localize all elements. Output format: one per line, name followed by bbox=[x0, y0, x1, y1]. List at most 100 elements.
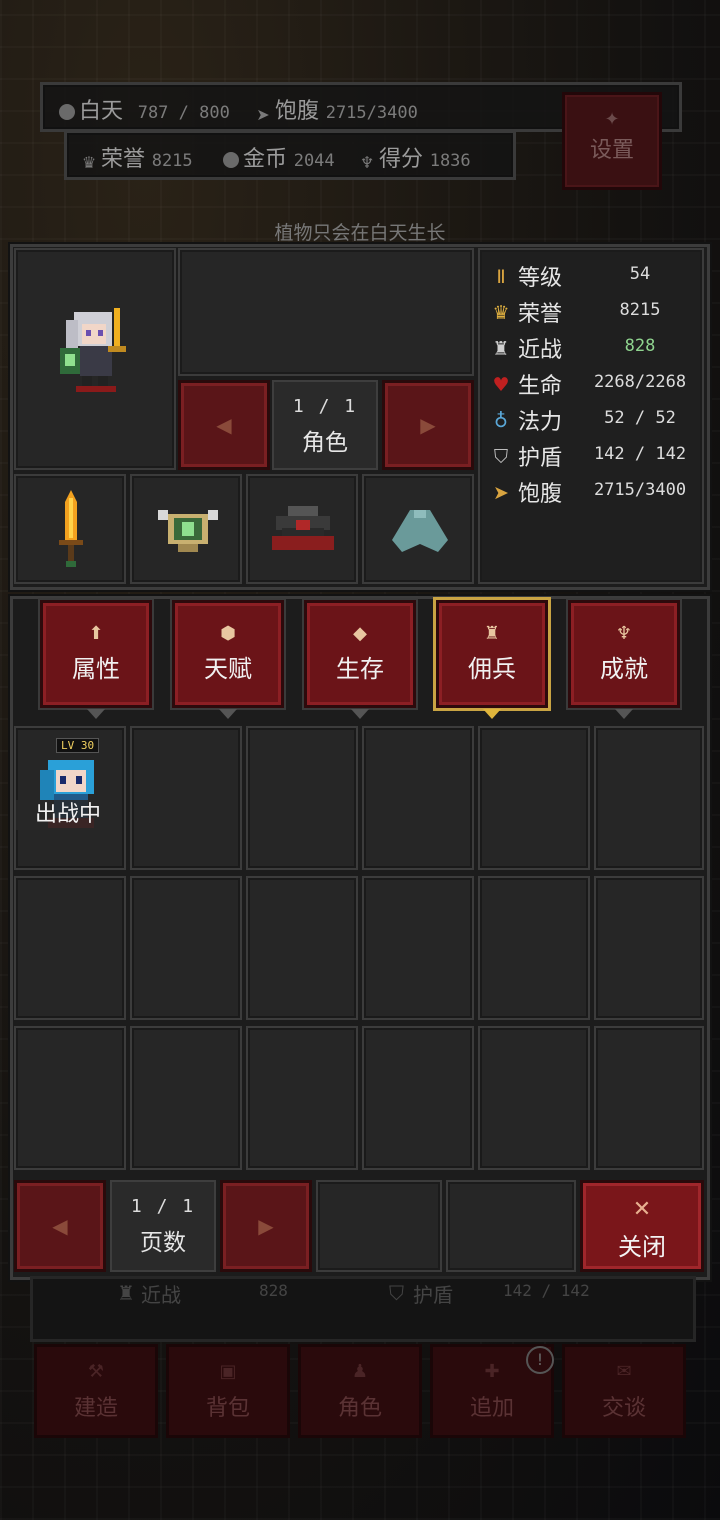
mercenary-grid-cell[interactable] bbox=[362, 726, 474, 870]
equipment-slot-shield[interactable] bbox=[130, 474, 242, 584]
tab-label: 属性 bbox=[72, 655, 120, 683]
stat-row-6: ➤ 饱腹 2715/3400 bbox=[490, 476, 705, 510]
bg-shield-label: 护盾 bbox=[413, 1283, 453, 1307]
page-label: 页数 bbox=[140, 1230, 186, 1256]
hunger-value: 2715/3400 bbox=[325, 103, 418, 123]
page-indicator: 1 / 1 bbox=[130, 1196, 196, 1217]
tab-3[interactable]: ♜ 佣兵 bbox=[436, 600, 548, 719]
honor-indicator: ♛ 荣誉 8215 bbox=[81, 141, 193, 173]
arrow-up-icon: ⬆ bbox=[88, 623, 104, 644]
sun-icon bbox=[59, 104, 75, 120]
background-button-label: 角色 bbox=[337, 1396, 382, 1421]
gold-value: 2044 bbox=[293, 151, 335, 171]
crown-icon: ♛ bbox=[492, 302, 510, 324]
background-button-0: ⚒ 建造 bbox=[34, 1344, 158, 1438]
stat-row-2: ♜ 近战 828 bbox=[490, 332, 705, 366]
diamond-icon: ◆ bbox=[353, 623, 367, 644]
next-page-button[interactable]: ▶ bbox=[220, 1180, 312, 1272]
bg-melee-label: 近战 bbox=[141, 1283, 181, 1307]
arrow-left-icon: ◀ bbox=[216, 413, 232, 437]
stat-row-5: ⛉ 护盾 142 / 142 bbox=[490, 440, 705, 474]
daytime-label: 白天 bbox=[79, 99, 124, 124]
tab-pointer-icon bbox=[351, 709, 369, 719]
stat-value: 828 bbox=[624, 336, 656, 356]
character-page-indicator: 1 / 1 bbox=[292, 396, 358, 417]
background-stats-strip: ♜ 近战 828 ⛉ 护盾 142 / 142 bbox=[30, 1276, 696, 1342]
daytime-indicator: 白天 787 / 800 bbox=[59, 93, 230, 125]
mercenary-grid-cell[interactable] bbox=[594, 726, 704, 870]
stat-value: 52 / 52 bbox=[604, 408, 676, 428]
mercenary-grid-cell[interactable] bbox=[246, 726, 358, 870]
bg-melee-value: 828 bbox=[259, 1281, 288, 1300]
bg-shield-value: 142 / 142 bbox=[503, 1281, 590, 1300]
prev-character-button[interactable]: ◀ bbox=[178, 380, 270, 470]
alert-icon: ! bbox=[526, 1346, 554, 1374]
character-page-label: 角色 bbox=[302, 430, 348, 456]
stat-label: 等级 bbox=[518, 266, 563, 291]
equipment-slot-weapon[interactable] bbox=[14, 474, 126, 584]
close-label: 关闭 bbox=[618, 1233, 666, 1261]
equipment-slot-cape[interactable] bbox=[362, 474, 474, 584]
stat-row-1: ♛ 荣誉 8215 bbox=[490, 296, 705, 330]
tab-1[interactable]: ⬢ 天赋 bbox=[172, 600, 284, 719]
coin-icon bbox=[223, 152, 239, 168]
mercenary-grid-cell[interactable] bbox=[478, 876, 590, 1020]
character-pager: 1 / 1 角色 bbox=[272, 380, 378, 470]
mercenary-grid-cell[interactable] bbox=[478, 726, 590, 870]
mercenary-status-label: 出战中 bbox=[16, 800, 120, 830]
background-button-label: 背包 bbox=[205, 1396, 250, 1421]
background-button-label: 交谈 bbox=[601, 1396, 646, 1421]
stat-label: 近战 bbox=[518, 338, 563, 363]
bag-icon: ▣ bbox=[219, 1361, 237, 1382]
chat-icon: ✉ bbox=[616, 1361, 632, 1382]
mercenary-grid-cell[interactable] bbox=[594, 876, 704, 1020]
hint-text: 植物只会在白天生长 bbox=[274, 222, 446, 244]
mercenary-grid-cell[interactable] bbox=[594, 1026, 704, 1170]
mercenary-grid-cell[interactable] bbox=[14, 876, 126, 1020]
close-button[interactable]: ✕ 关闭 bbox=[580, 1180, 704, 1272]
character-portrait-slot[interactable] bbox=[14, 248, 176, 470]
armor-icon bbox=[272, 506, 334, 550]
next-character-button[interactable]: ▶ bbox=[382, 380, 474, 470]
equipment-slot-armor[interactable] bbox=[246, 474, 358, 584]
tab-label: 佣兵 bbox=[468, 655, 516, 683]
tab-0[interactable]: ⬆ 属性 bbox=[40, 600, 152, 719]
mercenary-grid-cell[interactable] bbox=[478, 1026, 590, 1170]
stat-value: 142 / 142 bbox=[593, 444, 687, 464]
settings-button[interactable]: ✦ 设置 bbox=[562, 92, 662, 190]
empty-slot-b bbox=[446, 1180, 576, 1272]
stat-value: 2268/2268 bbox=[593, 372, 687, 392]
honor-value: 8215 bbox=[151, 151, 193, 171]
mercenary-grid-cell[interactable] bbox=[362, 876, 474, 1020]
score-indicator: ♆ 得分 1836 bbox=[359, 141, 471, 173]
hunger-indicator: ➤ 饱腹 2715/3400 bbox=[255, 93, 418, 125]
bg-shield-icon: ⛉ bbox=[389, 1281, 404, 1305]
page-pager: 1 / 1 页数 bbox=[110, 1180, 216, 1272]
tab-2[interactable]: ◆ 生存 bbox=[304, 600, 416, 719]
mercenary-grid-cell[interactable] bbox=[130, 876, 242, 1020]
background-button-label: 追加 bbox=[469, 1396, 514, 1421]
mercenary-grid-cell[interactable] bbox=[130, 726, 242, 870]
arrow-right-icon: ▶ bbox=[258, 1214, 274, 1238]
mercenary-slot-1[interactable]: LV 30 出战中 bbox=[14, 726, 126, 870]
rank-icon: Ⅱ bbox=[496, 266, 506, 288]
character-info-slot bbox=[178, 248, 474, 376]
trophy-icon: ♆ bbox=[615, 623, 633, 644]
daytime-value: 787 / 800 bbox=[137, 103, 230, 123]
empty-slot-a bbox=[316, 1180, 442, 1272]
arrow-right-icon: ▶ bbox=[420, 413, 436, 437]
stat-label: 饱腹 bbox=[518, 482, 563, 507]
prev-page-button[interactable]: ◀ bbox=[14, 1180, 106, 1272]
stat-row-3: ♥ 生命 2268/2268 bbox=[490, 368, 705, 402]
tab-pointer-icon bbox=[615, 709, 633, 719]
mercenary-grid-cell[interactable] bbox=[130, 1026, 242, 1170]
tab-4[interactable]: ♆ 成就 bbox=[568, 600, 680, 719]
tab-label: 成就 bbox=[600, 655, 648, 683]
stat-label: 护盾 bbox=[518, 446, 563, 471]
tab-pointer-icon bbox=[219, 709, 237, 719]
crown-icon: ♛ bbox=[81, 153, 97, 172]
mercenary-grid-cell[interactable] bbox=[246, 876, 358, 1020]
mercenary-grid-cell[interactable] bbox=[246, 1026, 358, 1170]
mercenary-grid-cell[interactable] bbox=[14, 1026, 126, 1170]
mercenary-grid-cell[interactable] bbox=[362, 1026, 474, 1170]
